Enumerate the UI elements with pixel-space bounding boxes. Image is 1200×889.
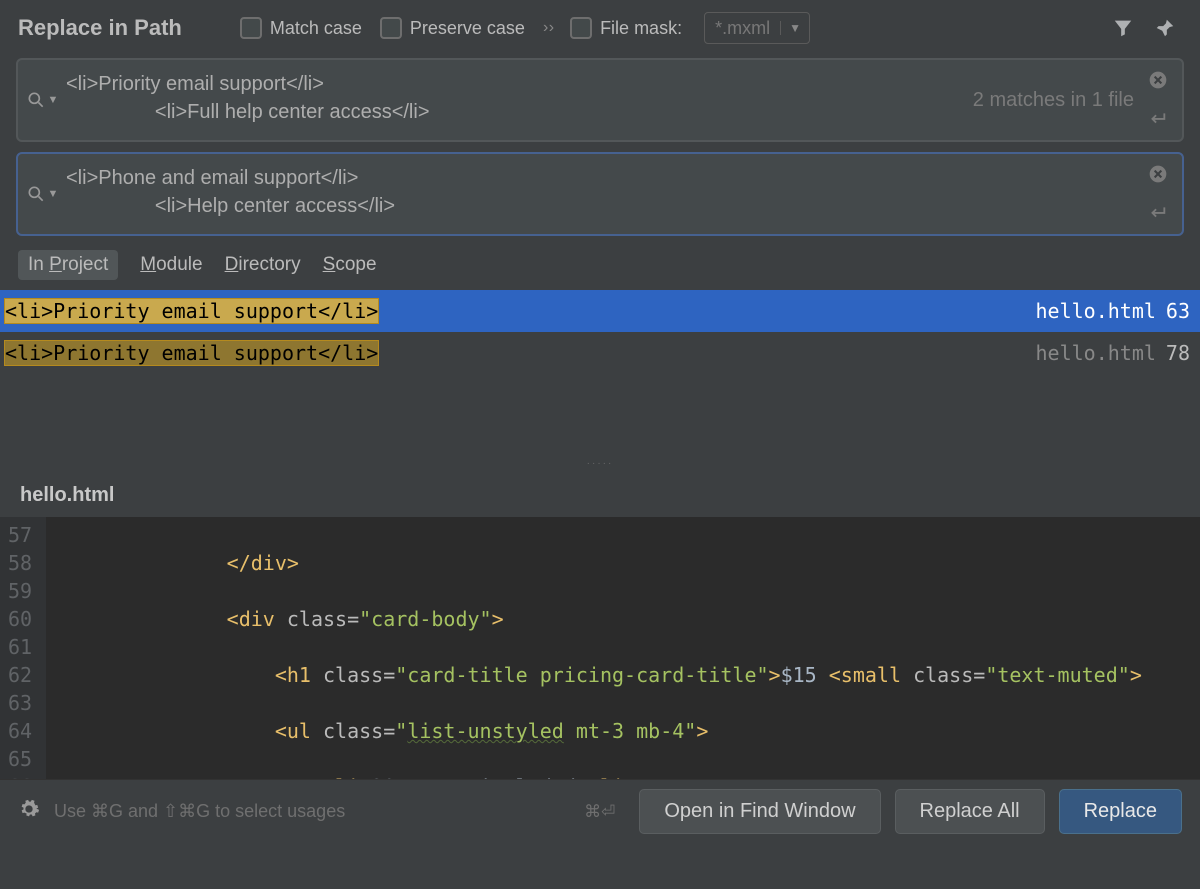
- search-input-box[interactable]: ▼ <li>Priority email support</li> <li>Fu…: [16, 58, 1184, 142]
- result-row[interactable]: <li>Priority email support</li> hello.ht…: [0, 332, 1200, 374]
- tab-directory[interactable]: Directory: [225, 254, 301, 276]
- preserve-case-option[interactable]: Preserve case: [380, 17, 525, 39]
- splitter-handle[interactable]: ·····: [0, 456, 1200, 472]
- result-line: 78: [1166, 341, 1190, 365]
- dialog-title: Replace in Path: [18, 15, 182, 41]
- chevron-down-icon[interactable]: ▼: [780, 21, 809, 35]
- tab-module[interactable]: Module: [140, 254, 202, 276]
- result-match-text: <li>Priority email support</li>: [4, 340, 379, 366]
- tab-in-project[interactable]: In Project: [18, 250, 118, 280]
- chevron-down-icon: ▼: [48, 94, 59, 106]
- match-case-label: Match case: [270, 18, 362, 39]
- pin-icon[interactable]: [1154, 17, 1176, 39]
- code-lines: </div> <div class="card-body"> <h1 class…: [46, 517, 1142, 779]
- gear-icon[interactable]: [18, 798, 40, 825]
- result-row[interactable]: <li>Priority email support</li> hello.ht…: [0, 290, 1200, 332]
- file-mask-label: File mask:: [600, 18, 682, 39]
- result-match-text: <li>Priority email support</li>: [4, 298, 379, 324]
- file-mask-value: *.mxml: [705, 18, 780, 39]
- result-file: hello.html: [1035, 299, 1155, 323]
- clear-replace-icon[interactable]: [1148, 164, 1168, 189]
- file-mask-option[interactable]: File mask:: [570, 17, 682, 39]
- filter-icon[interactable]: [1112, 17, 1134, 39]
- match-case-option[interactable]: Match case: [240, 17, 362, 39]
- usage-hint: Use ⌘G and ⇧⌘G to select usages: [54, 801, 345, 822]
- checkbox-icon[interactable]: [570, 17, 592, 39]
- search-icon[interactable]: ▼: [26, 184, 59, 204]
- replace-input-box[interactable]: ▼ <li>Phone and email support</li> <li>H…: [16, 152, 1184, 236]
- code-preview[interactable]: 57 58 59 60 61 62 63 64 65 66 </div> <di…: [0, 517, 1200, 779]
- replace-button[interactable]: Replace: [1059, 789, 1182, 834]
- replace-all-button[interactable]: Replace All: [895, 789, 1045, 834]
- result-file: hello.html: [1035, 341, 1155, 365]
- checkbox-icon[interactable]: [380, 17, 402, 39]
- file-mask-combo[interactable]: *.mxml ▼: [704, 12, 810, 44]
- preview-filename: hello.html: [0, 472, 1200, 517]
- search-text[interactable]: <li>Priority email support</li> <li>Full…: [66, 60, 973, 140]
- tab-scope[interactable]: Scope: [323, 254, 377, 276]
- clear-search-icon[interactable]: [1148, 70, 1168, 95]
- preserve-case-label: Preserve case: [410, 18, 525, 39]
- open-find-window-button[interactable]: Open in Find Window: [639, 789, 880, 834]
- checkbox-icon[interactable]: [240, 17, 262, 39]
- gutter: 57 58 59 60 61 62 63 64 65 66: [0, 517, 46, 779]
- newline-icon[interactable]: [1146, 203, 1168, 226]
- search-icon[interactable]: ▼: [26, 90, 59, 110]
- replace-text[interactable]: <li>Phone and email support</li> <li>Hel…: [66, 154, 1182, 234]
- more-options-icon[interactable]: › ›: [543, 19, 552, 37]
- newline-icon[interactable]: [1146, 109, 1168, 132]
- result-line: 63: [1166, 299, 1190, 323]
- shortcut-label: ⌘⏎: [584, 802, 615, 822]
- chevron-down-icon: ▼: [48, 188, 59, 200]
